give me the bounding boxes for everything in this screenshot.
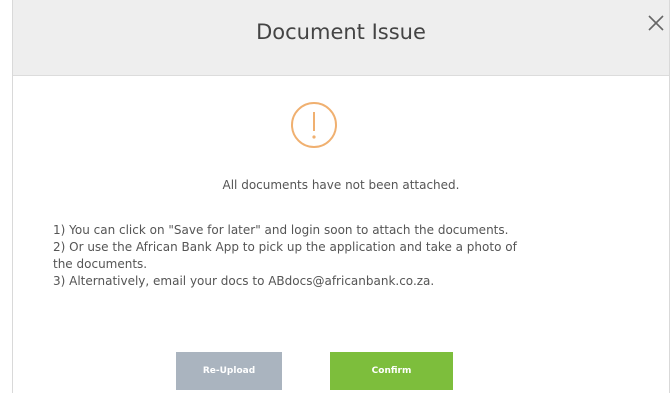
dialog-title: Document Issue — [256, 20, 426, 44]
warning-message: All documents have not been attached. — [222, 178, 460, 192]
instruction-line: the documents. — [53, 257, 148, 271]
document-issue-dialog: Document Issue All documents have not be… — [12, 0, 670, 393]
reupload-button[interactable]: Re-Upload — [176, 352, 282, 390]
instructions-list: 1) You can click on "Save for later" and… — [53, 222, 653, 290]
exclamation-circle-icon — [289, 100, 339, 150]
dialog-header: Document Issue — [13, 0, 669, 76]
instruction-line: 1) You can click on "Save for later" and… — [53, 223, 509, 237]
instruction-line: 2) Or use the African Bank App to pick u… — [53, 240, 517, 254]
instruction-line: 3) Alternatively, email your docs to ABd… — [53, 274, 435, 288]
confirm-button[interactable]: Confirm — [330, 352, 453, 390]
close-icon[interactable] — [645, 12, 667, 34]
